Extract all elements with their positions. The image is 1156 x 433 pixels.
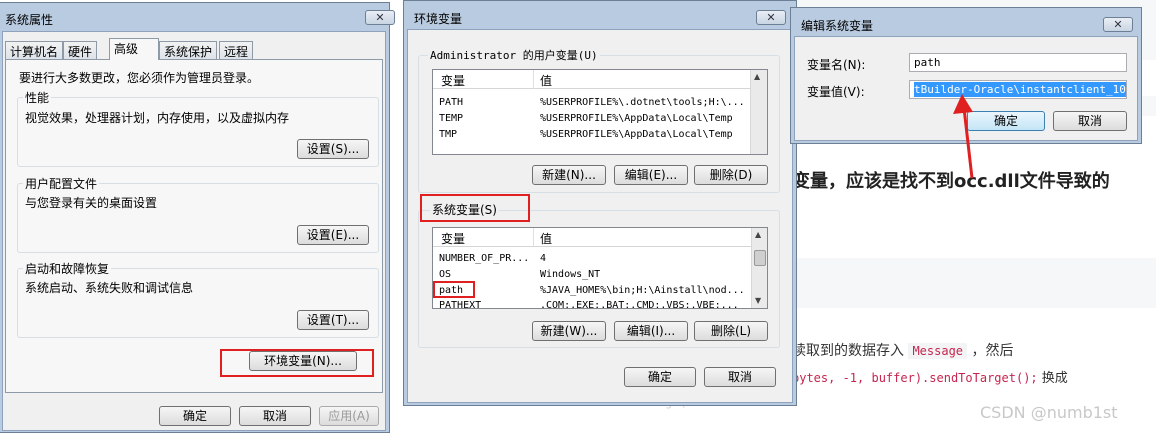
window-title: 编辑系统变量 — [801, 19, 874, 33]
variable-value-input[interactable]: tBuilder-Oracle\instantclient_10_2; — [909, 80, 1127, 99]
group-label: 启动和故障恢复 — [23, 260, 112, 277]
ok-button[interactable]: 确定 — [624, 367, 696, 387]
variable-value-label: 变量值(V): — [807, 85, 865, 99]
cancel-button[interactable]: 取消 — [704, 367, 776, 387]
column-divider[interactable] — [533, 70, 534, 89]
list-row[interactable]: PATHEXT .COM;.EXE;.BAT;.CMD;.VBS;.VBE;..… — [433, 298, 751, 308]
system-delete-button[interactable]: 删除(L) — [694, 321, 768, 341]
group-label: 性能 — [23, 89, 52, 106]
arrow-head — [953, 94, 973, 114]
title-bar[interactable]: 环境变量 ✕ — [404, 1, 796, 29]
scroll-thumb[interactable] — [754, 250, 766, 266]
list-row-selected[interactable]: path %JAVA_HOME%\bin;H:\Ainstall\nod... — [433, 283, 751, 299]
tab-advanced[interactable]: 高级 — [109, 38, 159, 60]
list-row[interactable]: NUMBER_OF_PR... 4 — [433, 251, 751, 267]
user-delete-button[interactable]: 删除(D) — [694, 165, 768, 185]
inline-code: bytes, -1, buffer).sendToTarget(); — [792, 371, 1038, 385]
arrow-shaft — [962, 107, 974, 179]
title-bar[interactable]: 编辑系统变量 ✕ — [791, 8, 1141, 36]
tab-system-protection[interactable]: 系统保护 — [159, 41, 218, 59]
startup-settings-button[interactable]: 设置(T)... — [297, 310, 369, 330]
close-icon[interactable]: ✕ — [756, 10, 786, 25]
system-variables-list[interactable]: 变量 值 NUMBER_OF_PR... 4 OS Windows_NT pat… — [432, 227, 768, 309]
tab-hardware[interactable]: 硬件 — [63, 41, 98, 59]
list-row[interactable]: PATH %USERPROFILE%\.dotnet\tools;H:\... — [433, 95, 767, 111]
group-description: 系统启动、系统失败和调试信息 — [25, 281, 194, 295]
article-paragraph: 读取到的数据存入 Message ，然后 — [792, 343, 1014, 359]
highlight-box — [420, 194, 530, 222]
article-paragraph: bytes, -1, buffer).sendToTarget(); 换成 — [792, 371, 1068, 386]
user-new-button[interactable]: 新建(N)... — [532, 165, 606, 185]
inline-code: Message — [908, 343, 968, 359]
highlight-box — [433, 281, 475, 298]
column-header[interactable]: 变量 — [441, 230, 465, 247]
column-divider[interactable] — [533, 228, 534, 247]
user-variables-list[interactable]: 变量 值 PATH %USERPROFILE%\.dotnet\tools;H:… — [432, 69, 768, 155]
user-profile-settings-button[interactable]: 设置(E)... — [297, 225, 369, 245]
window-title: 系统属性 — [5, 13, 54, 27]
list-row[interactable]: TMP %USERPROFILE%\AppData\Local\Temp — [433, 127, 767, 143]
user-edit-button[interactable]: 编辑(E)... — [614, 165, 688, 185]
group-description: 视觉效果，处理器计划，内存使用，以及虚拟内存 — [25, 111, 290, 125]
scroll-up-icon[interactable]: ▲ — [755, 230, 761, 239]
scroll-down-icon[interactable]: ▼ — [755, 296, 761, 305]
list-header: 变量 值 — [433, 228, 751, 247]
close-icon[interactable]: ✕ — [365, 10, 395, 25]
performance-settings-button[interactable]: 设置(S)... — [297, 139, 369, 159]
system-new-button[interactable]: 新建(W)... — [532, 321, 606, 341]
list-header: 变量 值 — [433, 70, 767, 89]
admin-notice: 要进行大多数更改，您必须作为管理员登录。 — [19, 71, 260, 85]
annotation-arrow — [953, 94, 974, 179]
scrollbar[interactable]: ▲ ▼ — [751, 228, 767, 308]
selected-text: tBuilder-Oracle\instantclient_10_2; — [914, 82, 1126, 97]
title-bar[interactable]: 系统属性 ✕ — [0, 3, 395, 31]
list-row[interactable]: OS Windows_NT — [433, 267, 751, 283]
highlight-box — [220, 349, 374, 377]
variable-name-input[interactable]: path — [909, 53, 1127, 72]
cancel-button[interactable]: 取消 — [1053, 111, 1127, 131]
csdn-watermark: CSDN @numb1st — [980, 403, 1118, 422]
window-title: 环境变量 — [414, 12, 463, 26]
group-label: 用户配置文件 — [23, 175, 100, 192]
group-label: Administrator 的用户变量(U) — [428, 47, 600, 63]
cancel-button[interactable]: 取消 — [239, 406, 311, 426]
ok-button[interactable]: 确定 — [159, 406, 231, 426]
column-header[interactable]: 值 — [540, 72, 552, 89]
column-header[interactable]: 变量 — [441, 72, 465, 89]
tab-computer-name[interactable]: 计算机名 — [5, 41, 64, 59]
scrollbar[interactable]: ▲ — [750, 70, 767, 154]
close-icon[interactable]: ✕ — [1103, 17, 1133, 32]
group-description: 与您登录有关的桌面设置 — [25, 196, 158, 210]
tab-remote[interactable]: 远程 — [219, 41, 254, 59]
column-header[interactable]: 值 — [540, 230, 552, 247]
scroll-up-icon[interactable]: ▲ — [754, 72, 760, 81]
system-edit-button[interactable]: 编辑(I)... — [614, 321, 688, 341]
variable-name-label: 变量名(N): — [807, 58, 866, 72]
list-row[interactable]: TEMP %USERPROFILE%\AppData\Local\Temp — [433, 111, 767, 127]
apply-button[interactable]: 应用(A) — [319, 406, 379, 426]
